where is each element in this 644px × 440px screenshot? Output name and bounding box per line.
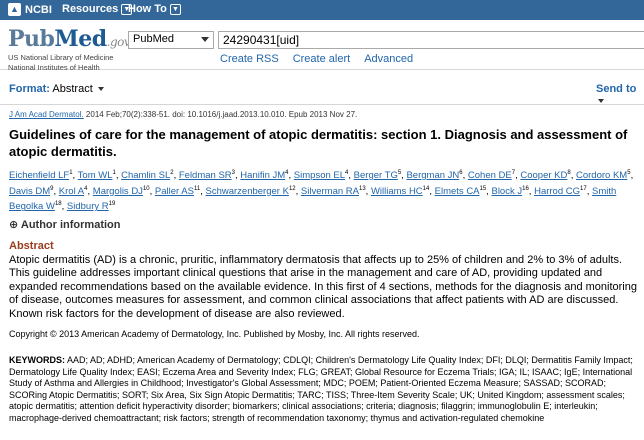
send-to-label: Send to <box>596 83 637 95</box>
author-link[interactable]: Berger TG <box>354 170 398 181</box>
format-value: Abstract <box>52 83 93 95</box>
author-link[interactable]: Harrod CG <box>534 186 580 197</box>
caret-down-icon <box>97 87 104 92</box>
keywords-label: KEYWORDS: <box>9 355 65 366</box>
author-link[interactable]: Krol A <box>59 186 84 197</box>
copyright-notice: Copyright © 2013 American Academy of Der… <box>9 329 420 340</box>
author-link[interactable]: Block J <box>491 186 522 197</box>
author-link[interactable]: Sidbury R <box>67 201 109 212</box>
abstract-text: Atopic dermatitis (AD) is a chronic, pru… <box>9 253 637 320</box>
keywords-text: AAD; AD; ADHD; American Academy of Derma… <box>9 355 633 423</box>
author-affiliation-number: 8 <box>567 170 571 176</box>
author-affiliation-number: 17 <box>580 185 587 192</box>
author-link[interactable]: Davis DM <box>9 186 50 197</box>
resources-menu[interactable]: Resources ▼ <box>62 3 133 15</box>
author-list: Eichenfield LF1, Tom WL1, Chamlin SL2, F… <box>9 170 634 213</box>
author-affiliation-number: 19 <box>108 201 116 208</box>
citation: J Am Acad Dermatol. 2014 Feb;70(2):338-5… <box>9 110 639 119</box>
create-rss-link[interactable]: Create RSS <box>220 53 279 65</box>
chevron-down-icon: ▼ <box>169 3 181 15</box>
journal-link[interactable]: J Am Acad Dermatol. <box>9 110 84 119</box>
caret-down-icon <box>598 99 604 104</box>
author-affiliation-number: 4 <box>84 185 88 192</box>
howto-label: How To <box>128 3 167 15</box>
ncbi-topbar: ▲ NCBI Resources ▼ How To ▼ <box>0 0 644 20</box>
author-affiliation-number: 13 <box>358 185 366 192</box>
author-info-label: Author information <box>20 218 121 231</box>
author-link[interactable]: Hanifin JM <box>240 170 285 181</box>
author-link[interactable]: Paller AS <box>155 186 194 197</box>
search-links: Create RSS Create alert Advanced <box>220 53 413 65</box>
article-title: Guidelines of care for the management of… <box>9 127 628 159</box>
author-affiliation-number: 11 <box>193 185 201 192</box>
author-link[interactable]: Silverman RA <box>301 186 359 197</box>
author-link[interactable]: Cooper KD <box>520 170 567 181</box>
ncbi-logo-icon: ▲ <box>8 3 21 16</box>
brand-med: Med <box>54 26 107 52</box>
author-affiliation-number: 1 <box>112 170 116 176</box>
author-link[interactable]: Williams HC <box>371 186 423 197</box>
author-link[interactable]: Cohen DE <box>468 170 512 181</box>
author-link[interactable]: Bergman JN <box>406 170 459 181</box>
author-affiliation-number: 18 <box>54 201 62 208</box>
format-label: Format: <box>9 83 50 95</box>
display-settings-bar: Format: Abstract Send to <box>0 71 644 105</box>
keywords: KEYWORDS: AAD; AD; ADHD; American Academ… <box>9 355 639 424</box>
advanced-search-link[interactable]: Advanced <box>364 53 413 65</box>
author-link[interactable]: Chamlin SL <box>121 170 170 181</box>
author-affiliation-number: 4 <box>345 170 349 176</box>
author-link[interactable]: Tom WL <box>78 170 113 181</box>
author-information-toggle[interactable]: ⊕ Author information <box>9 218 639 231</box>
pubmed-header: PubMed.gov US National Library of Medici… <box>0 20 644 72</box>
author-link[interactable]: Schwarzenberger K <box>206 186 289 197</box>
pubmed-logo[interactable]: PubMed.gov US National Library of Medici… <box>8 26 131 72</box>
format-selector[interactable]: Format: Abstract <box>9 83 104 95</box>
citation-details: 2014 Feb;70(2):338-51. doi: 10.1016/j.ja… <box>83 110 358 119</box>
author-link[interactable]: Simpson EL <box>294 170 345 181</box>
howto-menu[interactable]: How To ▼ <box>128 3 181 15</box>
author-affiliation-number: 2 <box>170 170 174 176</box>
author-affiliation-number: 9 <box>50 185 54 192</box>
database-select[interactable]: PubMed <box>128 31 214 49</box>
abstract-heading: Abstract <box>9 239 54 252</box>
dropdown-arrow-icon <box>201 37 209 42</box>
author-link[interactable]: Feldman SR <box>179 170 232 181</box>
brand-gov: .gov <box>106 35 131 49</box>
article-content: J Am Acad Dermatol. 2014 Feb;70(2):338-5… <box>9 110 639 424</box>
send-to-menu[interactable]: Send to <box>596 83 644 107</box>
author-affiliation-number: 5 <box>397 170 402 176</box>
author-affiliation-number: 10 <box>142 185 150 192</box>
resources-label: Resources <box>62 3 119 15</box>
author-affiliation-number: 15 <box>479 185 487 192</box>
author-affiliation-number: 5 <box>627 170 631 176</box>
create-alert-link[interactable]: Create alert <box>293 53 350 65</box>
brand-pub: Pub <box>8 26 55 52</box>
author-affiliation-number: 14 <box>422 185 430 192</box>
author-affiliation-number: 3 <box>231 170 236 176</box>
author-link[interactable]: Eichenfield LF <box>9 170 69 181</box>
author-link[interactable]: Elmets CA <box>435 186 480 197</box>
ncbi-label: NCBI <box>25 3 52 16</box>
search-input[interactable] <box>218 31 644 49</box>
database-select-value: PubMed <box>133 33 174 45</box>
author-link[interactable]: Margolis DJ <box>93 186 143 197</box>
expand-plus-icon: ⊕ <box>9 218 19 231</box>
brand-subtitle-1: US National Library of Medicine <box>8 53 114 62</box>
author-affiliation-number: 6 <box>459 170 463 176</box>
author-affiliation-number: 4 <box>285 170 289 176</box>
author-affiliation-number: 7 <box>511 170 516 176</box>
author-affiliation-number: 1 <box>69 170 73 176</box>
author-affiliation-number: 16 <box>522 185 529 192</box>
author-affiliation-number: 12 <box>288 185 296 192</box>
author-link[interactable]: Cordoro KM <box>576 170 627 181</box>
ncbi-home-link[interactable]: ▲ NCBI <box>8 3 52 16</box>
